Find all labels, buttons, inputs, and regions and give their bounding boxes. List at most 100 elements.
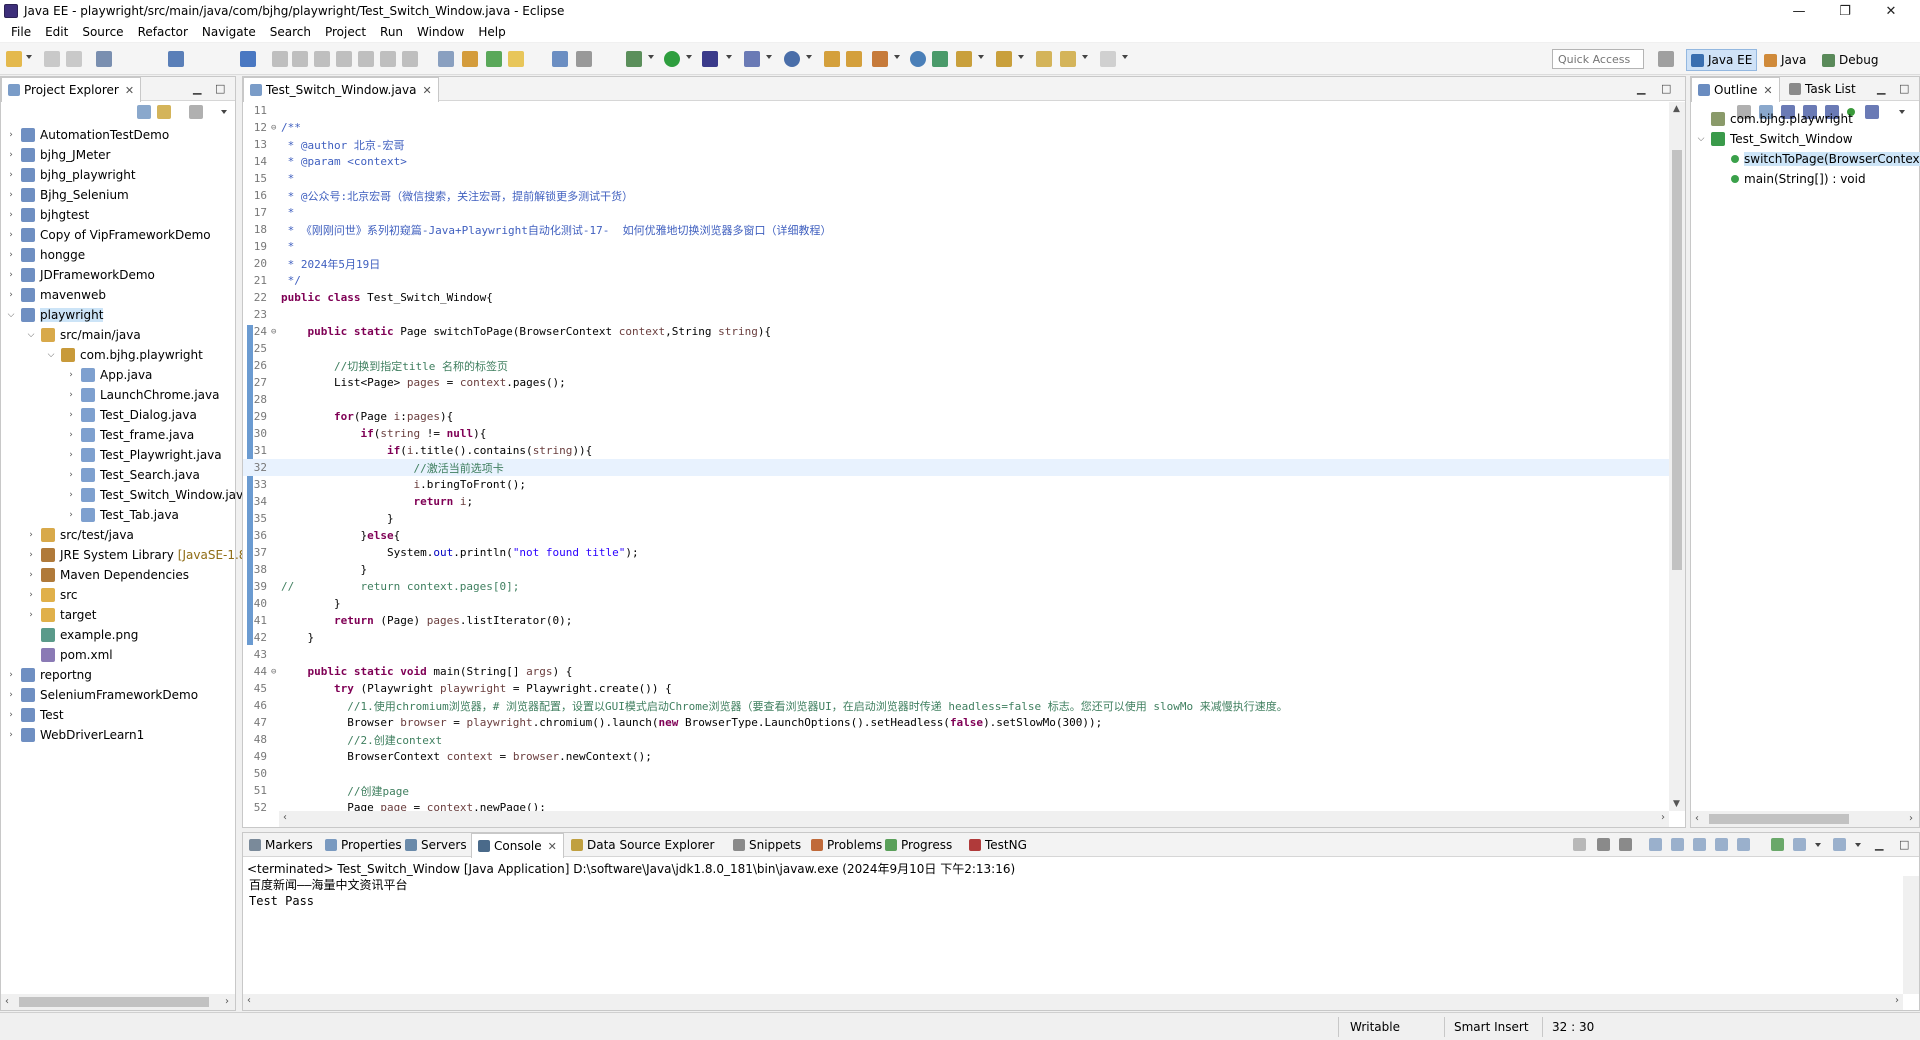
editor-hscrollbar[interactable]: ‹ › bbox=[279, 811, 1669, 827]
scrollbar-thumb[interactable] bbox=[1672, 150, 1682, 570]
chevron-right-icon[interactable]: › bbox=[25, 610, 37, 620]
open-folder-icon[interactable] bbox=[824, 51, 840, 67]
code-line[interactable]: 25 bbox=[243, 340, 1669, 357]
debug-icon[interactable] bbox=[626, 51, 642, 67]
code-line[interactable]: 13 * @author 北京-宏哥 bbox=[243, 136, 1669, 153]
coverage-dropdown-icon[interactable] bbox=[726, 55, 732, 59]
code-line[interactable]: 23 bbox=[243, 306, 1669, 323]
tree-item[interactable]: › bjhg_playwright bbox=[5, 165, 136, 185]
menu-edit[interactable]: Edit bbox=[38, 25, 75, 39]
chevron-right-icon[interactable]: › bbox=[5, 210, 17, 220]
code-line[interactable]: 22 public class Test_Switch_Window{ bbox=[243, 289, 1669, 306]
chevron-right-icon[interactable]: › bbox=[5, 690, 17, 700]
open-type-icon[interactable] bbox=[462, 51, 478, 67]
tree-item[interactable]: › src bbox=[25, 585, 78, 605]
chevron-right-icon[interactable]: › bbox=[25, 590, 37, 600]
chevron-right-icon[interactable]: › bbox=[65, 450, 77, 460]
tree-item[interactable]: › bjhgtest bbox=[5, 205, 89, 225]
chevron-right-icon[interactable]: › bbox=[5, 150, 17, 160]
chevron-right-icon[interactable]: › bbox=[25, 550, 37, 560]
search-dropdown-icon[interactable] bbox=[894, 55, 900, 59]
code-area[interactable]: 11 12 ⊖/** 13 * @author 北京-宏哥 14 * @param <c… bbox=[243, 102, 1685, 827]
minimize-view-icon[interactable]: ▁ bbox=[1875, 838, 1883, 851]
menu-search[interactable]: Search bbox=[263, 25, 318, 39]
show-stdout-icon[interactable] bbox=[1715, 838, 1728, 851]
tree-item[interactable]: › hongge bbox=[5, 245, 85, 265]
minimize-view-icon[interactable]: ▁ bbox=[1877, 82, 1885, 95]
scroll-left-icon[interactable]: ‹ bbox=[247, 995, 251, 1006]
external-tools-dropdown-icon[interactable] bbox=[766, 55, 772, 59]
console-hscrollbar[interactable]: ‹ › bbox=[243, 994, 1903, 1010]
open-file-icon[interactable] bbox=[846, 51, 862, 67]
scroll-down-icon[interactable]: ▼ bbox=[1673, 799, 1680, 809]
code-line[interactable]: 15 * bbox=[243, 170, 1669, 187]
coverage-icon[interactable] bbox=[702, 51, 718, 67]
tree-item[interactable]: ⌵ playwright bbox=[5, 305, 104, 325]
scroll-right-icon[interactable]: › bbox=[1909, 813, 1913, 824]
code-line[interactable]: 35 } bbox=[243, 510, 1669, 527]
code-line[interactable]: 51 //创建page bbox=[243, 782, 1669, 799]
tab-testng[interactable]: TestNG bbox=[963, 833, 1033, 857]
console-vscrollbar[interactable] bbox=[1903, 876, 1919, 994]
tree-item[interactable]: › Test_Tab.java bbox=[65, 505, 179, 525]
maximize-view-icon[interactable]: □ bbox=[215, 82, 225, 95]
collapse-all-icon[interactable] bbox=[137, 105, 151, 119]
code-line[interactable]: 12 ⊖/** bbox=[243, 119, 1669, 136]
hide-local-types-icon[interactable] bbox=[1865, 105, 1879, 119]
tab-task-list[interactable]: Task List bbox=[1783, 77, 1862, 101]
menu-file[interactable]: File bbox=[4, 25, 38, 39]
remove-launch-icon[interactable] bbox=[1597, 838, 1610, 851]
chevron-right-icon[interactable]: › bbox=[65, 370, 77, 380]
scrollbar-thumb[interactable] bbox=[1709, 814, 1849, 824]
print-icon[interactable] bbox=[96, 51, 112, 67]
scroll-lock-icon[interactable] bbox=[1671, 838, 1684, 851]
code-line[interactable]: 43 bbox=[243, 646, 1669, 663]
scroll-up-icon[interactable]: ▲ bbox=[1673, 104, 1680, 114]
chevron-right-icon[interactable]: › bbox=[65, 430, 77, 440]
code-line[interactable]: 38 } bbox=[243, 561, 1669, 578]
view-menu-icon[interactable] bbox=[221, 110, 227, 114]
pin-console-icon[interactable] bbox=[1771, 838, 1784, 851]
minimize-button[interactable]: — bbox=[1776, 0, 1822, 22]
tab-console[interactable]: Console ✕ bbox=[471, 833, 564, 858]
code-line[interactable]: 41 return (Page) pages.listIterator(0); bbox=[243, 612, 1669, 629]
menu-window[interactable]: Window bbox=[410, 25, 471, 39]
terminate-icon[interactable] bbox=[314, 51, 330, 67]
word-wrap-icon[interactable] bbox=[1693, 838, 1706, 851]
fold-toggle-icon[interactable]: ⊖ bbox=[271, 667, 281, 677]
use-step-filters-icon[interactable] bbox=[438, 51, 454, 67]
tree-item[interactable]: › Bjhg_Selenium bbox=[5, 185, 129, 205]
code-line[interactable]: 16 * @公众号:北京宏哥（微信搜索，关注宏哥，提前解锁更多测试干货） bbox=[243, 187, 1669, 204]
toggle-highlight-icon[interactable] bbox=[508, 51, 524, 67]
code-line[interactable]: 30 if(string != null){ bbox=[243, 425, 1669, 442]
tree-item[interactable]: › App.java bbox=[65, 365, 152, 385]
skip-breakpoints-icon[interactable] bbox=[240, 51, 256, 67]
chevron-right-icon[interactable]: › bbox=[5, 250, 17, 260]
tree-item[interactable]: › Test_Switch_Window.java bbox=[65, 485, 250, 505]
scroll-left-icon[interactable]: ‹ bbox=[283, 812, 287, 823]
code-line[interactable]: 21 */ bbox=[243, 272, 1669, 289]
chevron-down-icon[interactable]: ⌵ bbox=[45, 350, 57, 360]
tree-item[interactable]: › JDFrameworkDemo bbox=[5, 265, 155, 285]
tree-item[interactable]: › mavenweb bbox=[5, 285, 106, 305]
chevron-right-icon[interactable]: › bbox=[5, 190, 17, 200]
new-icon[interactable] bbox=[6, 51, 22, 67]
tree-item[interactable]: example.png bbox=[25, 625, 138, 645]
next-annotation-dropdown-icon[interactable] bbox=[1018, 55, 1024, 59]
run-icon[interactable] bbox=[664, 51, 680, 67]
outline-item[interactable]: switchToPage(BrowserContext, String) : P… bbox=[1715, 149, 1920, 169]
chevron-right-icon[interactable]: › bbox=[5, 710, 17, 720]
step-into-icon[interactable] bbox=[358, 51, 374, 67]
save-icon[interactable] bbox=[44, 51, 60, 67]
chevron-right-icon[interactable]: › bbox=[25, 530, 37, 540]
code-line[interactable]: 27 List<Page> pages = context.pages(); bbox=[243, 374, 1669, 391]
menu-source[interactable]: Source bbox=[75, 25, 130, 39]
menu-navigate[interactable]: Navigate bbox=[195, 25, 263, 39]
tab-project-explorer[interactable]: Project Explorer ✕ bbox=[1, 77, 142, 102]
tree-item[interactable]: › SeleniumFrameworkDemo bbox=[5, 685, 198, 705]
chevron-down-icon[interactable]: ⌵ bbox=[5, 310, 17, 320]
show-whitespace-icon[interactable] bbox=[576, 51, 592, 67]
chevron-right-icon[interactable]: › bbox=[25, 570, 37, 580]
editor-vscrollbar[interactable]: ▲ ▼ bbox=[1669, 102, 1685, 811]
chevron-right-icon[interactable]: › bbox=[5, 290, 17, 300]
